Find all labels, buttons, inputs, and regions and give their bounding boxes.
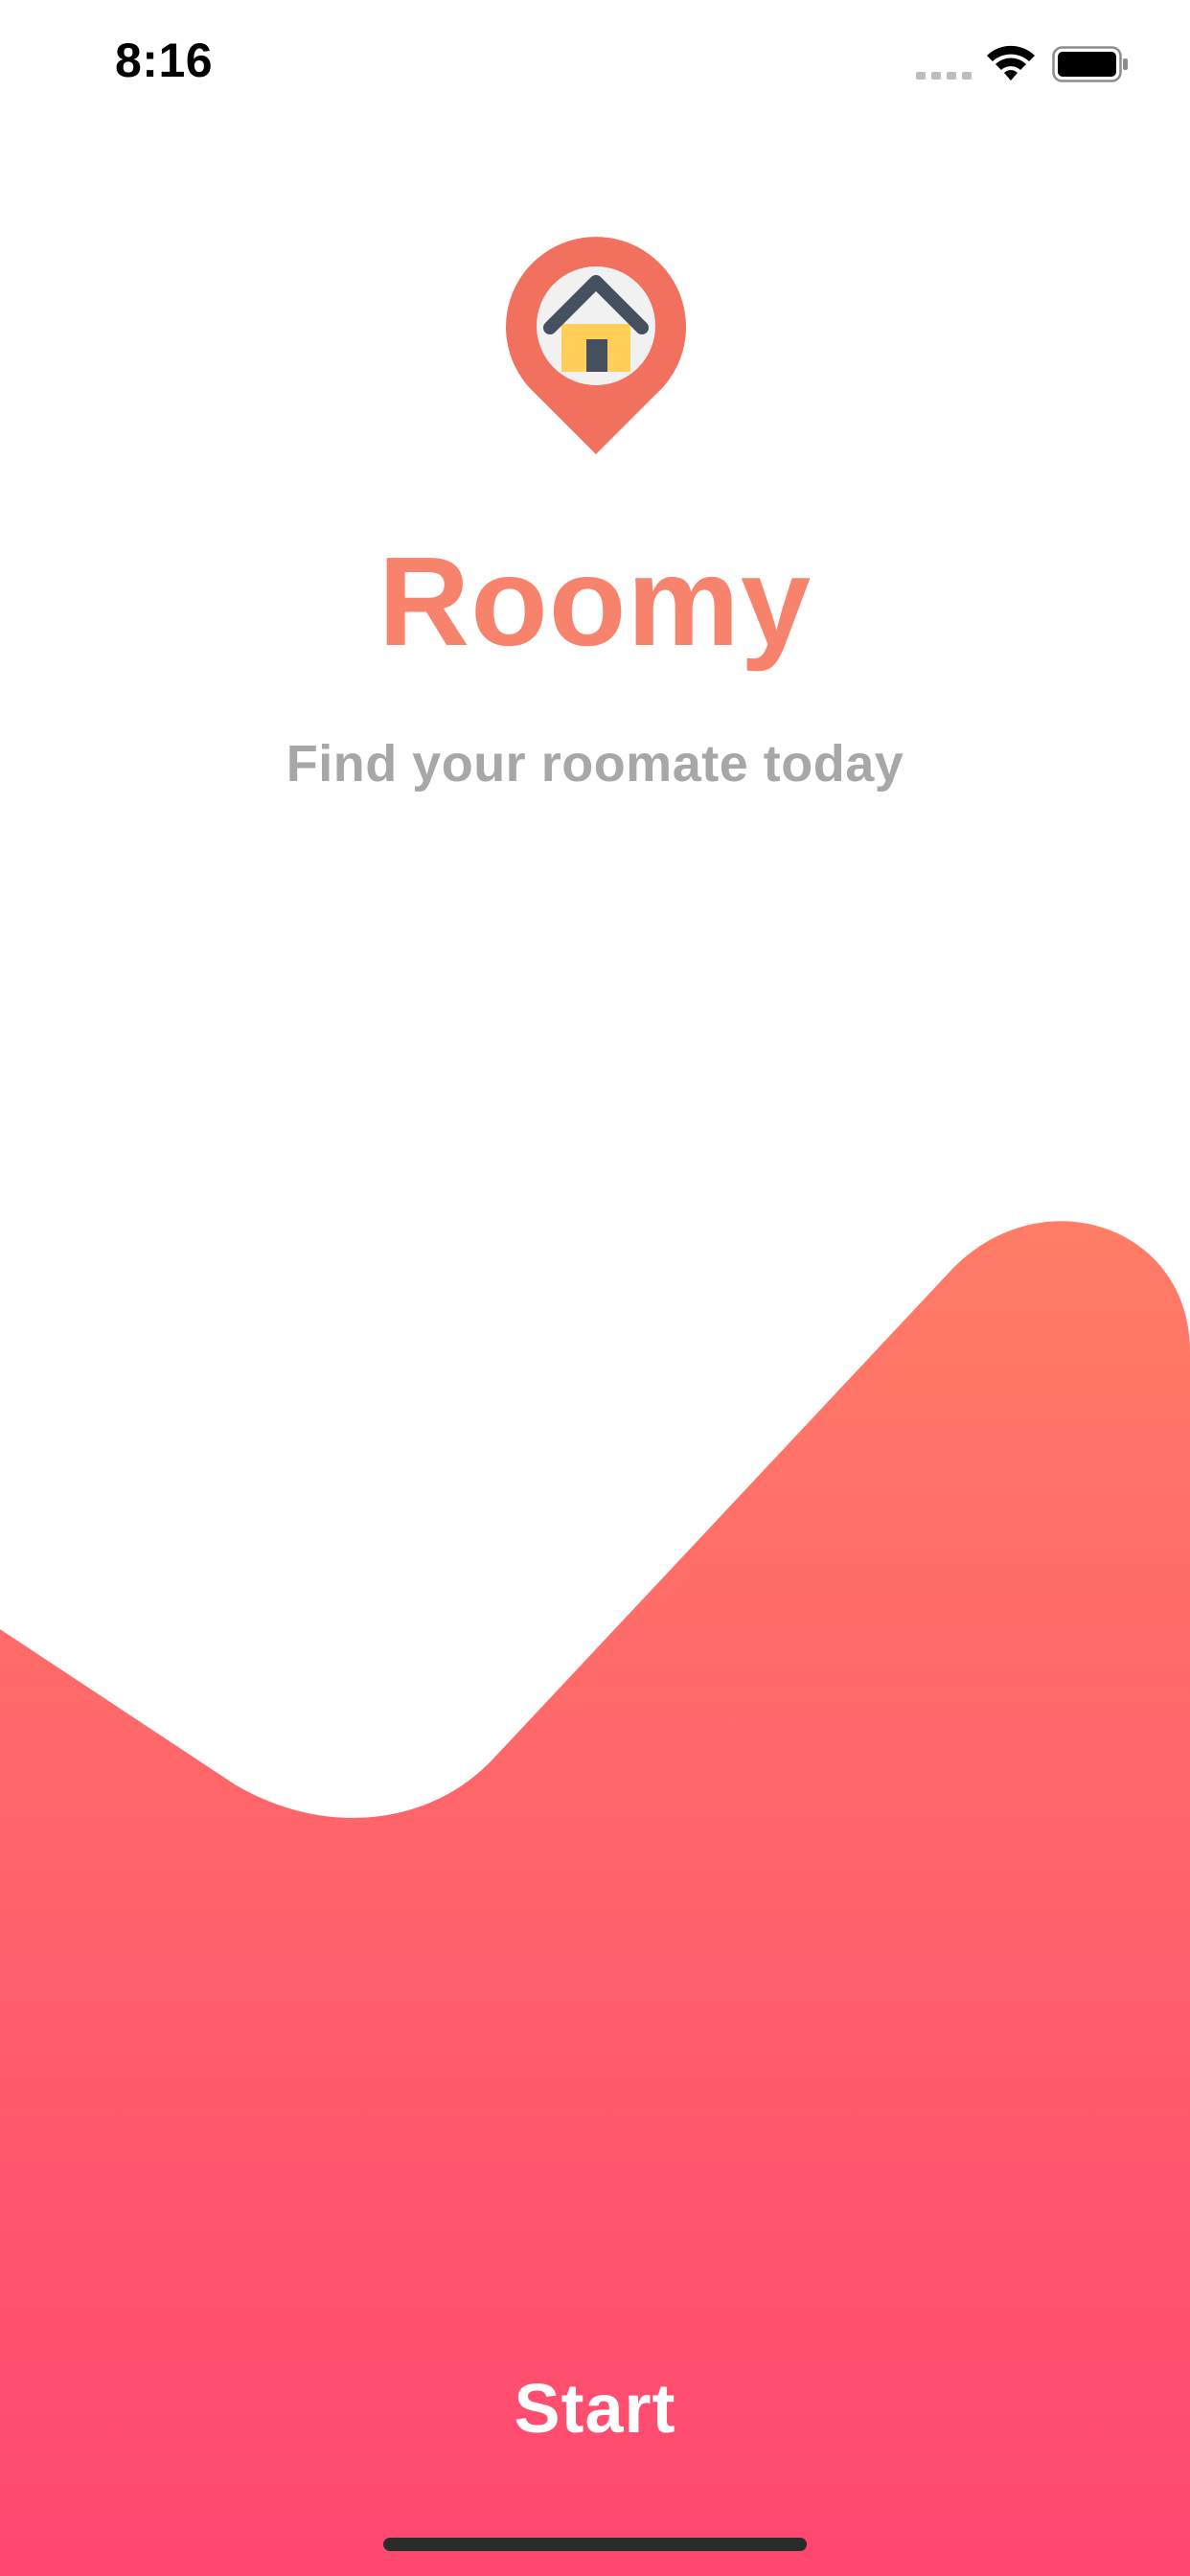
- map-pin-house-icon: [506, 237, 686, 454]
- battery-icon: [1052, 46, 1128, 82]
- app-title: Roomy: [378, 531, 812, 672]
- home-indicator[interactable]: [383, 2538, 807, 2551]
- status-bar: 8:16: [0, 0, 1190, 126]
- app-subtitle: Find your roomate today: [286, 735, 904, 793]
- welcome-screen: 8:16 Roomy Find your roomate today Start: [0, 0, 1190, 2576]
- status-time: 8:16: [115, 34, 214, 87]
- cellular-signal-icon: [916, 72, 972, 80]
- wifi-icon: [987, 45, 1035, 80]
- start-button[interactable]: Start: [403, 2352, 787, 2467]
